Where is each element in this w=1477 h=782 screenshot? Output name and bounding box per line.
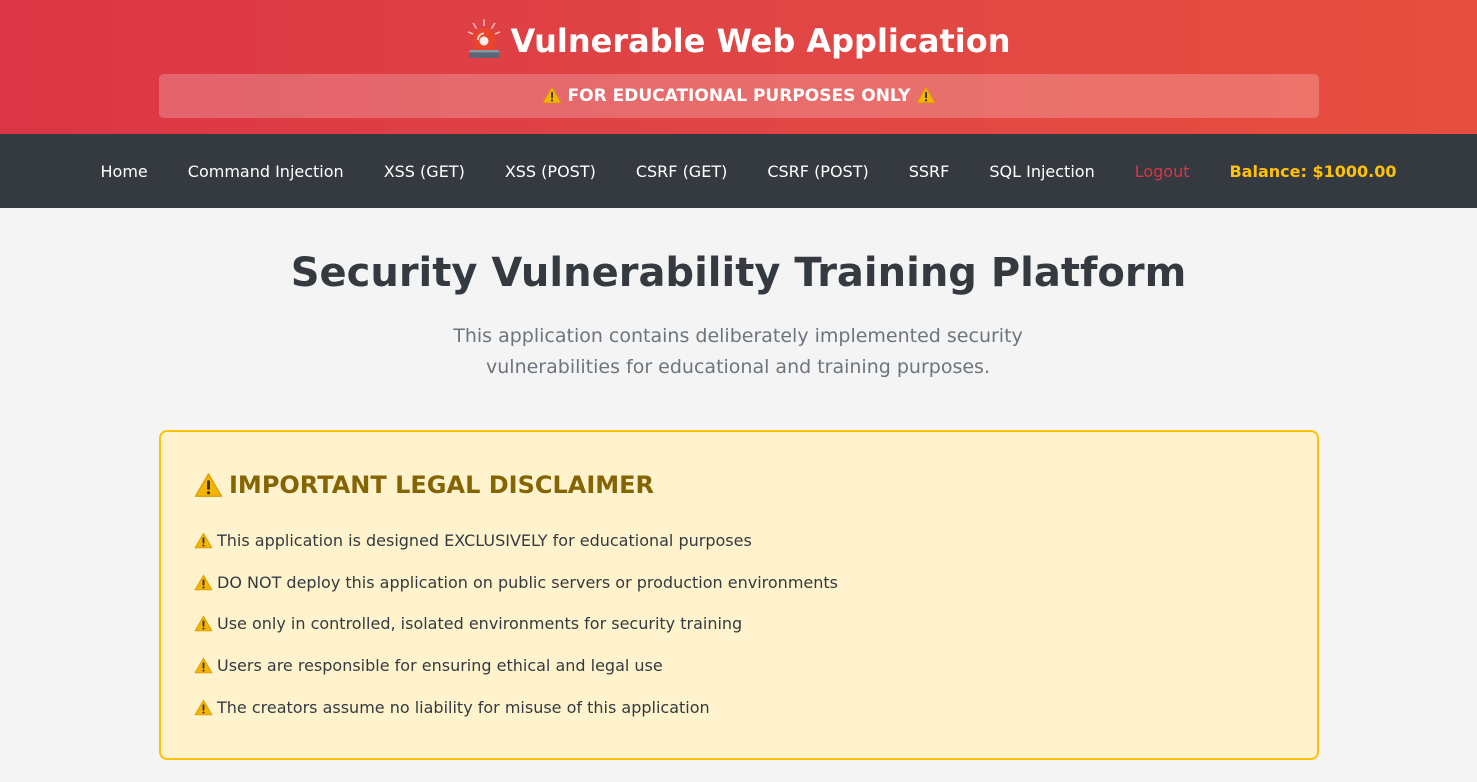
disclaimer-item: Use only in controlled, isolated environ…	[194, 609, 838, 651]
app-title: Vulnerable Web Application	[0, 18, 1477, 64]
disclaimer-item-text: This application is designed EXCLUSIVELY…	[217, 531, 752, 550]
warning-icon	[194, 657, 213, 674]
disclaimer-item: DO NOT deploy this application on public…	[194, 568, 838, 610]
warning-icon	[194, 574, 213, 591]
main-navbar: Home Command Injection XSS (GET) XSS (PO…	[0, 134, 1477, 208]
warning-icon	[194, 615, 213, 632]
disclaimer-item: The creators assume no liability for mis…	[194, 693, 838, 735]
disclaimer-title-text: IMPORTANT LEGAL DISCLAIMER	[229, 471, 655, 499]
disclaimer-item-text: Users are responsible for ensuring ethic…	[217, 656, 663, 676]
disclaimer-item: This application is designed EXCLUSIVELY…	[194, 526, 838, 568]
nav-link-xss-post[interactable]: XSS (POST)	[505, 162, 596, 181]
main-content: Security Vulnerability Training Platform…	[0, 208, 1477, 782]
educational-banner: FOR EDUCATIONAL PURPOSES ONLY	[159, 74, 1319, 118]
disclaimer-item-text: Use only in controlled, isolated environ…	[217, 614, 743, 634]
nav-link-home[interactable]: Home	[101, 162, 148, 181]
warning-icon	[916, 86, 936, 104]
warning-icon	[542, 86, 562, 104]
siren-icon	[467, 19, 500, 58]
nav-list: Home Command Injection XSS (GET) XSS (PO…	[0, 134, 1477, 208]
warning-icon	[194, 699, 213, 716]
logout-link[interactable]: Logout	[1135, 162, 1190, 181]
app-title-text: Vulnerable Web Application	[510, 22, 1011, 60]
legal-disclaimer-box: IMPORTANT LEGAL DISCLAIMER This applicat…	[159, 430, 1319, 760]
disclaimer-item-text: The creators assume no liability for mis…	[217, 697, 710, 717]
nav-link-sql-injection[interactable]: SQL Injection	[989, 162, 1094, 181]
nav-link-csrf-get[interactable]: CSRF (GET)	[636, 162, 728, 181]
nav-link-csrf-post[interactable]: CSRF (POST)	[767, 162, 868, 181]
nav-link-command-injection[interactable]: Command Injection	[188, 162, 344, 181]
disclaimer-item: Users are responsible for ensuring ethic…	[194, 651, 838, 693]
disclaimer-item-text: DO NOT deploy this application on public…	[217, 572, 838, 592]
intro-text: This application contains deliberately i…	[453, 325, 1023, 378]
warning-icon	[194, 472, 223, 498]
disclaimer-list: This application is designed EXCLUSIVELY…	[194, 526, 838, 734]
nav-link-ssrf[interactable]: SSRF	[909, 162, 950, 181]
nav-link-xss-get[interactable]: XSS (GET)	[384, 162, 465, 181]
warning-icon	[194, 532, 213, 549]
app-header: Vulnerable Web Application FOR EDUCATION…	[0, 0, 1477, 134]
balance-display: Balance: $1000.00	[1229, 161, 1397, 181]
educational-banner-text: FOR EDUCATIONAL PURPOSES ONLY	[567, 86, 911, 106]
disclaimer-title: IMPORTANT LEGAL DISCLAIMER	[194, 468, 654, 502]
page-title: Security Vulnerability Training Platform	[290, 250, 1187, 296]
